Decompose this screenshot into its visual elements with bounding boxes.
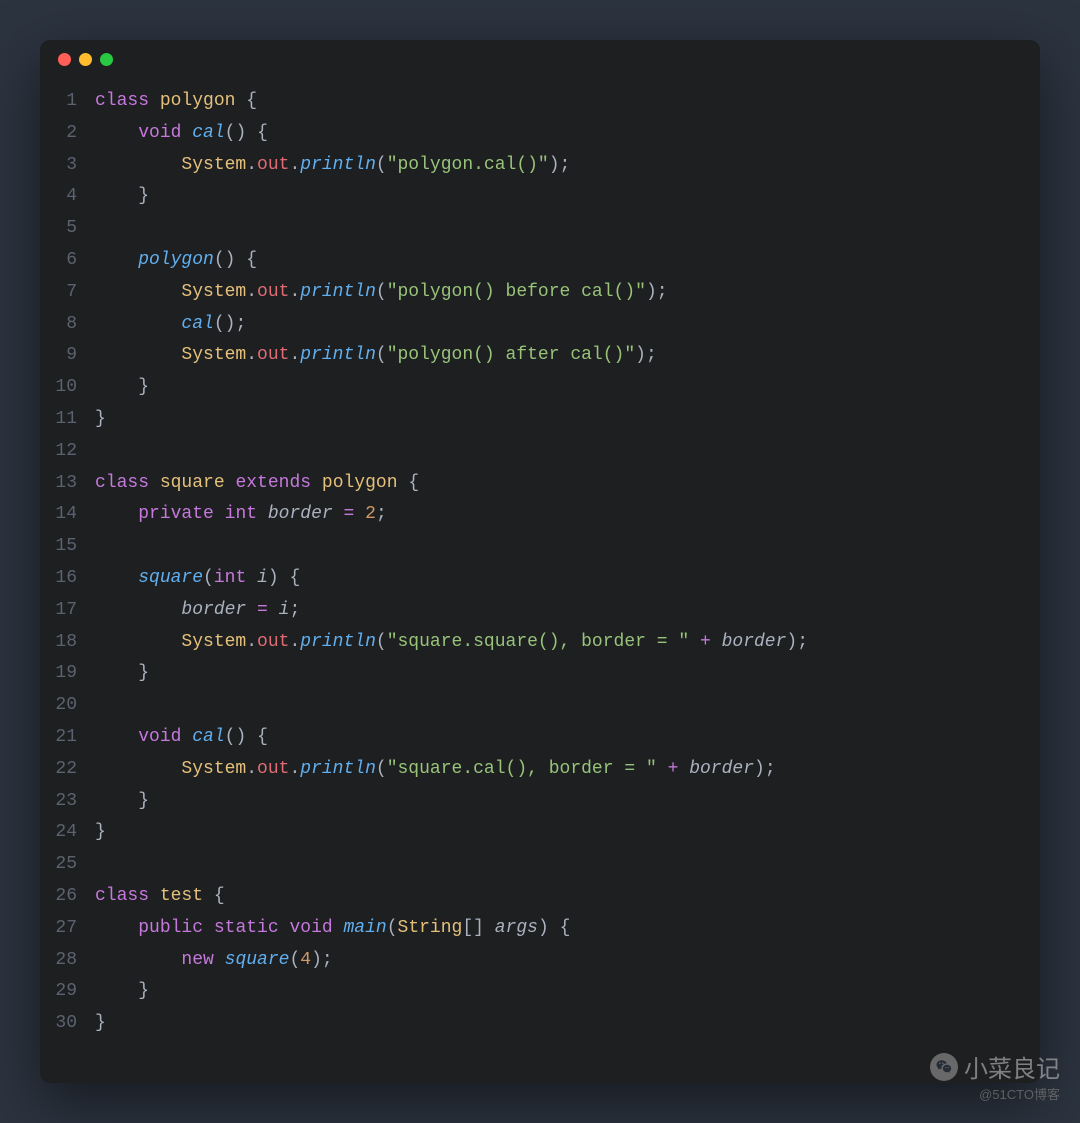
close-icon[interactable]: [58, 53, 71, 66]
code-line: 18 System.out.println("square.square(), …: [40, 627, 1040, 659]
line-number: 26: [40, 881, 95, 913]
code-line: 19 }: [40, 658, 1040, 690]
code-line: 14 private int border = 2;: [40, 499, 1040, 531]
code-line: 22 System.out.println("square.cal(), bor…: [40, 754, 1040, 786]
line-number: 13: [40, 468, 95, 500]
line-number: 21: [40, 722, 95, 754]
code-line: 16 square(int i) {: [40, 563, 1040, 595]
code-line: 11}: [40, 404, 1040, 436]
code-line: 26class test {: [40, 881, 1040, 913]
watermark-text: 小菜良记: [964, 1049, 1060, 1084]
watermark-sub: @51CTO博客: [979, 1084, 1060, 1103]
code-line: 7 System.out.println("polygon() before c…: [40, 277, 1040, 309]
code-line: 12: [40, 436, 1040, 468]
line-number: 27: [40, 913, 95, 945]
line-number: 24: [40, 817, 95, 849]
line-number: 19: [40, 658, 95, 690]
line-number: 3: [40, 150, 95, 182]
line-number: 5: [40, 213, 95, 245]
code-line: 29 }: [40, 976, 1040, 1008]
code-line: 3 System.out.println("polygon.cal()");: [40, 150, 1040, 182]
code-line: 23 }: [40, 786, 1040, 818]
code-line: 13class square extends polygon {: [40, 468, 1040, 500]
line-number: 7: [40, 277, 95, 309]
code-line: 8 cal();: [40, 309, 1040, 341]
line-number: 16: [40, 563, 95, 595]
line-number: 25: [40, 849, 95, 881]
code-line: 6 polygon() {: [40, 245, 1040, 277]
code-line: 20: [40, 690, 1040, 722]
code-editor[interactable]: 1class polygon { 2 void cal() { 3 System…: [40, 78, 1040, 1060]
line-number: 8: [40, 309, 95, 341]
line-number: 29: [40, 976, 95, 1008]
line-number: 12: [40, 436, 95, 468]
line-number: 1: [40, 86, 95, 118]
code-line: 27 public static void main(String[] args…: [40, 913, 1040, 945]
line-number: 17: [40, 595, 95, 627]
watermark: 小菜良记 @51CTO博客: [930, 1049, 1060, 1103]
code-line: 9 System.out.println("polygon() after ca…: [40, 340, 1040, 372]
line-number: 23: [40, 786, 95, 818]
line-number: 20: [40, 690, 95, 722]
code-line: 17 border = i;: [40, 595, 1040, 627]
code-line: 4 }: [40, 181, 1040, 213]
line-number: 9: [40, 340, 95, 372]
line-number: 22: [40, 754, 95, 786]
minimize-icon[interactable]: [79, 53, 92, 66]
code-line: 5: [40, 213, 1040, 245]
code-window: 1class polygon { 2 void cal() { 3 System…: [40, 40, 1040, 1083]
wechat-icon: [930, 1053, 958, 1081]
line-number: 14: [40, 499, 95, 531]
line-number: 10: [40, 372, 95, 404]
code-line: 30}: [40, 1008, 1040, 1040]
line-number: 15: [40, 531, 95, 563]
code-line: 24}: [40, 817, 1040, 849]
code-line: 28 new square(4);: [40, 945, 1040, 977]
code-line: 25: [40, 849, 1040, 881]
zoom-icon[interactable]: [100, 53, 113, 66]
code-line: 1class polygon {: [40, 86, 1040, 118]
line-number: 30: [40, 1008, 95, 1040]
code-line: 15: [40, 531, 1040, 563]
titlebar: [40, 40, 1040, 78]
line-number: 2: [40, 118, 95, 150]
line-number: 18: [40, 627, 95, 659]
code-line: 10 }: [40, 372, 1040, 404]
code-line: 21 void cal() {: [40, 722, 1040, 754]
line-number: 28: [40, 945, 95, 977]
line-number: 4: [40, 181, 95, 213]
line-number: 11: [40, 404, 95, 436]
line-number: 6: [40, 245, 95, 277]
code-line: 2 void cal() {: [40, 118, 1040, 150]
